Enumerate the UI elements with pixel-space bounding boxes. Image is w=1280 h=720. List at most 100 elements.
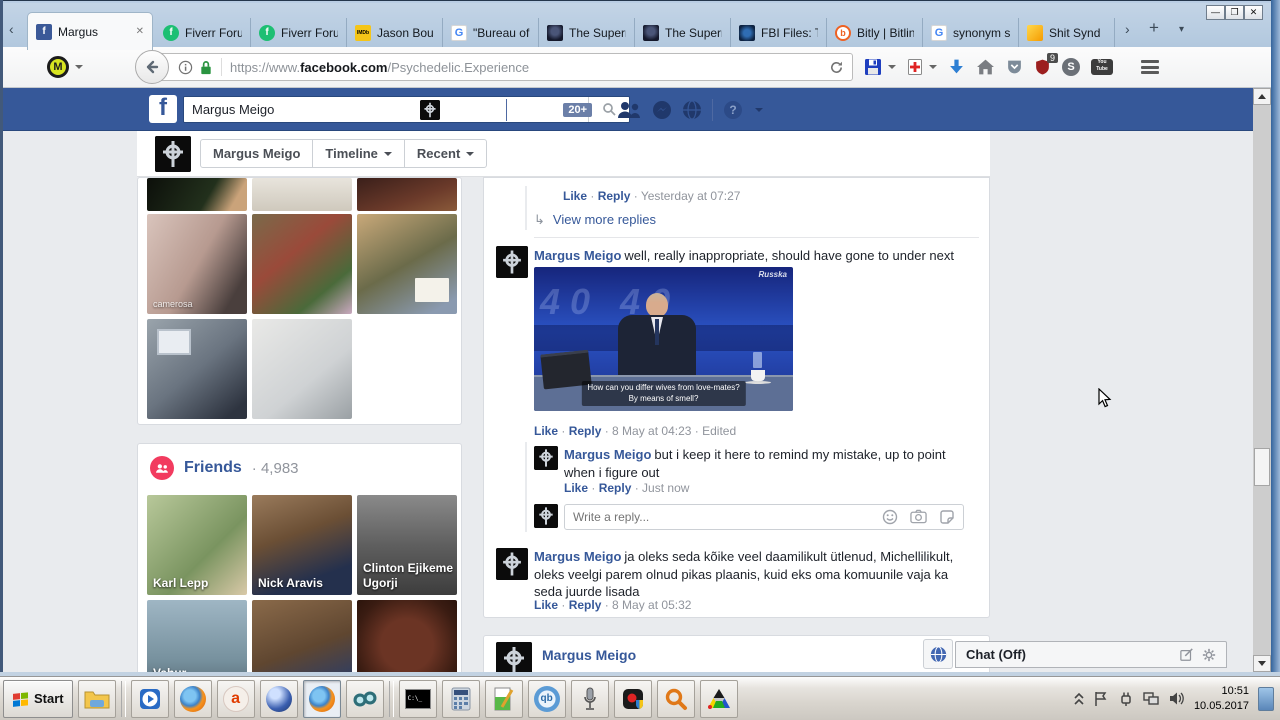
tab-overflow-button[interactable]: › — [1125, 21, 1130, 37]
tab-supernatural-2[interactable]: The Supern — [635, 18, 731, 47]
like-link[interactable]: Like — [534, 598, 558, 612]
emoji-icon[interactable] — [882, 509, 898, 525]
tab-fbi[interactable]: FBI Files: T — [731, 18, 827, 47]
tab-close-icon[interactable]: ✕ — [136, 26, 144, 37]
photo-tile[interactable]: camerosa — [147, 214, 247, 314]
info-icon[interactable] — [178, 60, 193, 75]
photo-tile[interactable] — [147, 178, 247, 211]
reply-input[interactable] — [565, 510, 882, 524]
post-privacy-button[interactable] — [923, 639, 953, 669]
friend-tile[interactable]: Nick Aravis — [252, 495, 352, 595]
taskbar-calculator-button[interactable] — [441, 679, 480, 718]
extension-dropdown-caret[interactable] — [75, 65, 83, 69]
friend-tile[interactable]: Hugues Payens — [357, 600, 457, 672]
tab-fiverr-2[interactable]: f Fiverr Foru — [251, 18, 347, 47]
friends-title[interactable]: Friends — [184, 459, 242, 477]
taskbar-search-button[interactable] — [656, 679, 695, 718]
home-button[interactable] — [976, 58, 995, 76]
save-page-button[interactable] — [864, 58, 882, 76]
photo-tile[interactable] — [357, 214, 457, 314]
messenger-icon[interactable] — [652, 100, 672, 120]
reload-icon[interactable] — [829, 60, 844, 75]
profile-link[interactable]: Margus — [450, 102, 496, 117]
post-author-link[interactable]: Margus Meigo — [542, 647, 636, 663]
like-link[interactable]: Like — [564, 481, 588, 495]
https-lock-icon[interactable] — [199, 60, 213, 75]
network-icon[interactable] — [1143, 691, 1160, 706]
url-text[interactable]: https://www.facebook.com/Psychedelic.Exp… — [230, 60, 821, 75]
tab-list-button[interactable]: ▾ — [1179, 24, 1184, 35]
facebook-logo[interactable]: f — [149, 95, 177, 123]
tab-supernatural-1[interactable]: The Supern — [539, 18, 635, 47]
friend-requests-icon[interactable] — [616, 101, 642, 119]
home-link[interactable]: Home — [517, 102, 553, 117]
taskbar-cmd-button[interactable]: C:\_ — [398, 679, 437, 718]
comment-author-link[interactable]: Margus Meigo — [534, 549, 621, 564]
power-plug-icon[interactable] — [1118, 691, 1134, 707]
friend-tile[interactable]: Justin Rolls — [252, 600, 352, 672]
taskbar-recorder-button[interactable] — [613, 679, 652, 718]
comment-author-link[interactable]: Margus Meigo — [564, 447, 651, 462]
s-extension-button[interactable]: S — [1062, 58, 1080, 76]
reply-link[interactable]: Reply — [588, 481, 631, 495]
menu-button[interactable] — [1141, 60, 1159, 74]
youtube-extension-button[interactable]: You Tube — [1091, 59, 1113, 75]
taskbar-firefox-active-button[interactable] — [302, 679, 341, 718]
gear-icon[interactable] — [1202, 648, 1216, 662]
comment-avatar[interactable] — [496, 246, 528, 278]
pocket-button[interactable] — [1006, 58, 1023, 76]
notifications-globe-icon[interactable] — [682, 99, 702, 120]
scroll-up-button[interactable] — [1253, 88, 1271, 105]
tab-shit-syndicate[interactable]: Shit Synd — [1019, 18, 1115, 47]
avatar[interactable] — [419, 99, 440, 120]
friend-tile[interactable]: Karl Lepp — [147, 495, 247, 595]
minimize-button[interactable]: — — [1206, 5, 1225, 20]
scrollbar-thumb[interactable] — [1254, 448, 1270, 486]
sticker-icon[interactable] — [939, 509, 955, 525]
photo-tile[interactable] — [252, 178, 352, 211]
recent-button[interactable]: Recent — [405, 140, 486, 167]
close-button[interactable]: ✕ — [1244, 5, 1263, 20]
taskbar-explorer-button[interactable] — [77, 679, 116, 718]
reply-avatar[interactable] — [534, 446, 558, 470]
reply-link[interactable]: Reply — [558, 424, 601, 438]
taskbar-media-player-button[interactable] — [130, 679, 169, 718]
profile-avatar[interactable] — [155, 136, 191, 172]
taskbar-audacity-button[interactable]: a — [216, 679, 255, 718]
like-link[interactable]: Like — [563, 189, 587, 203]
new-tab-button[interactable]: + — [1149, 18, 1159, 38]
save-dropdown-caret[interactable] — [888, 65, 896, 69]
photo-tile[interactable] — [147, 319, 247, 419]
photo-tile[interactable] — [357, 178, 457, 211]
taskbar-color-app-button[interactable] — [699, 679, 738, 718]
scroll-down-button[interactable] — [1253, 655, 1271, 672]
view-more-replies[interactable]: ↳ View more replies — [534, 212, 656, 228]
scrollbar[interactable] — [1253, 88, 1271, 672]
reply-link[interactable]: Reply — [587, 189, 630, 203]
taskbar-microphone-button[interactable] — [570, 679, 609, 718]
chat-bar[interactable]: Chat (Off) — [955, 641, 1227, 668]
camera-icon[interactable] — [910, 509, 927, 524]
tab-google-2[interactable]: Gsynonym s — [923, 18, 1019, 47]
post-avatar[interactable] — [496, 642, 532, 672]
photo-tile[interactable] — [252, 319, 352, 419]
comment-video-thumbnail[interactable]: 40 40 Russka How can you differ wives fr… — [534, 267, 793, 411]
taskbar-firefox-button[interactable] — [173, 679, 212, 718]
tab-scroll-left-button[interactable]: ‹ — [9, 21, 14, 37]
tab-facebook[interactable]: f Margus ✕ — [27, 12, 153, 50]
taskbar-notepad-button[interactable] — [484, 679, 523, 718]
friend-tile[interactable]: Clinton Ejikeme Ugorji — [357, 495, 457, 595]
action-center-flag-icon[interactable] — [1093, 691, 1109, 707]
start-button[interactable]: Start — [3, 679, 73, 718]
extension-m-icon[interactable]: M — [47, 56, 69, 78]
back-button[interactable] — [135, 50, 169, 84]
speaker-icon[interactable] — [1169, 691, 1185, 706]
taskbar-qbittorrent-button[interactable]: qb — [527, 679, 566, 718]
tab-google-1[interactable]: G "Bureau of — [443, 18, 539, 47]
addon-dropdown-caret[interactable] — [929, 65, 937, 69]
comment-avatar[interactable] — [496, 548, 528, 580]
reply-link[interactable]: Reply — [558, 598, 601, 612]
tab-bitly[interactable]: b Bitly | Bitlin — [827, 18, 923, 47]
show-desktop-button[interactable] — [1258, 686, 1274, 711]
taskbar-clock[interactable]: 10:51 10.05.2017 — [1194, 684, 1249, 714]
